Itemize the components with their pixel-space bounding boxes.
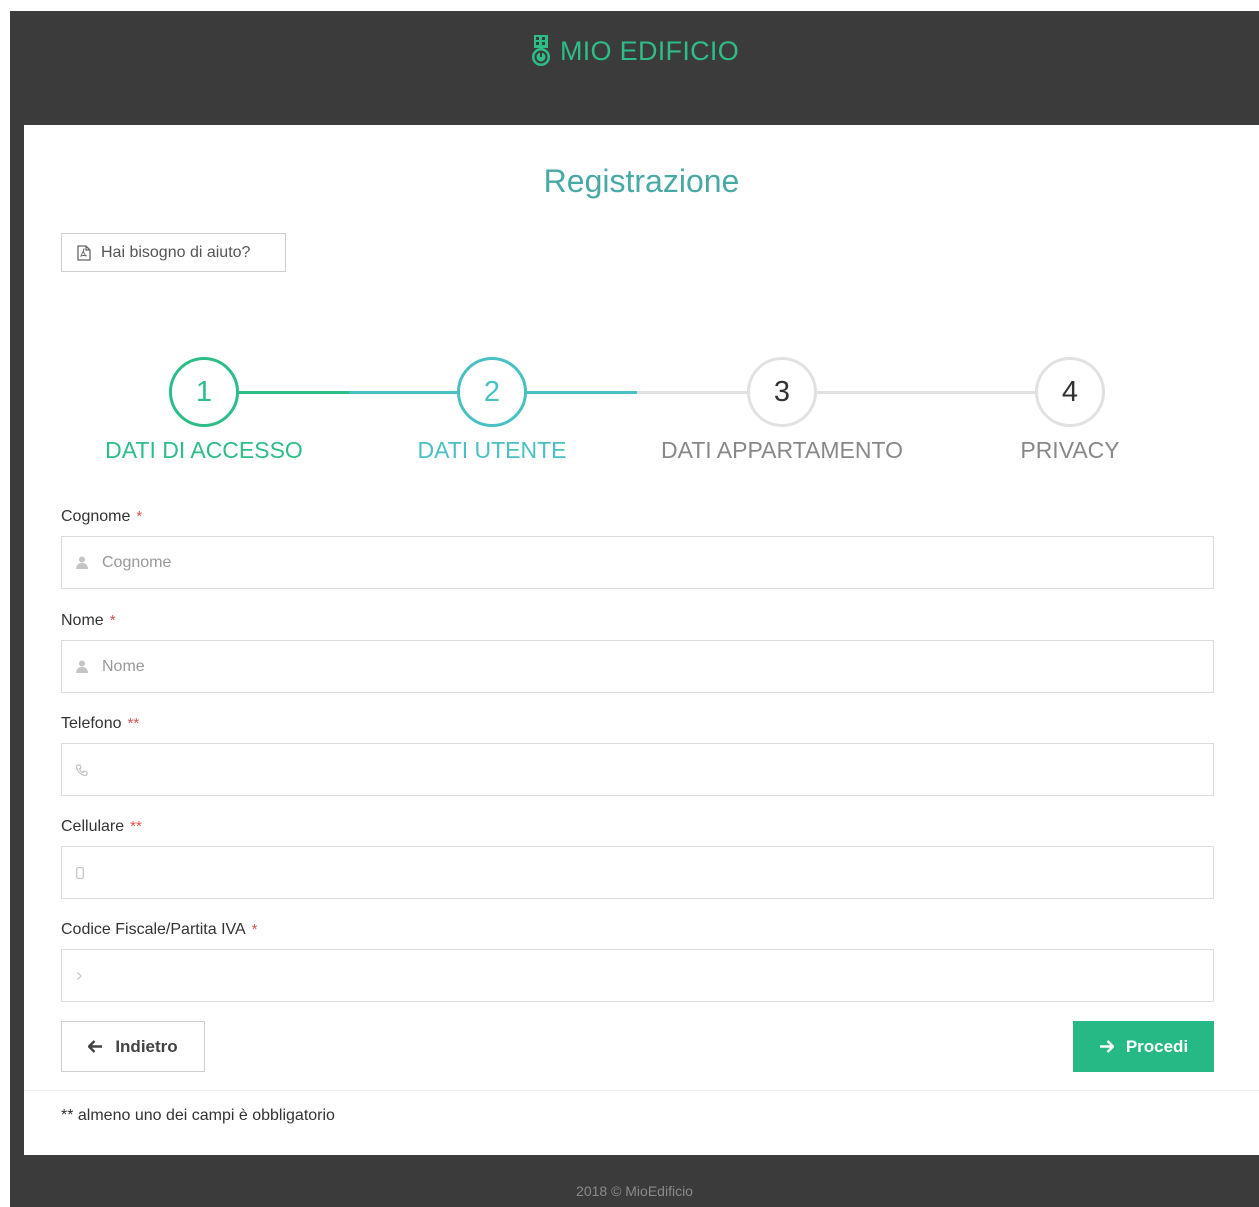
arrow-right-icon [1099, 1040, 1114, 1053]
back-button[interactable]: Indietro [61, 1021, 205, 1072]
step-connector-2b [637, 391, 747, 394]
step-1-label: DATI DI ACCESSO [105, 437, 303, 463]
proceed-button[interactable]: Procedi [1073, 1021, 1214, 1072]
app-frame: MIO EDIFICIO Registrazione Hai bisogno d… [10, 11, 1259, 1207]
cognome-label: Cognome * [61, 508, 143, 525]
mobile-icon [76, 866, 84, 879]
user-icon [76, 556, 88, 569]
required-marker: * [136, 508, 143, 525]
registration-wizard: 1 DATI DI ACCESSO 2 DATI UTENTE 3 DATI A… [24, 353, 1259, 463]
telefono-input[interactable] [100, 759, 1213, 780]
required-marker: ** [127, 715, 140, 732]
nome-input[interactable] [100, 656, 1213, 677]
proceed-button-label: Procedi [1125, 1036, 1189, 1056]
chevron-right-icon [76, 971, 83, 981]
page-title: Registrazione [543, 163, 740, 199]
step-3-label: DATI APPARTAMENTO [661, 437, 903, 463]
help-button[interactable]: Hai bisogno di aiuto? [61, 233, 286, 272]
arrow-left-icon [88, 1040, 103, 1053]
footer-copyright: 2018 © MioEdificio [576, 1183, 693, 1199]
brand-logo[interactable]: MIO EDIFICIO [10, 35, 1259, 67]
pdf-icon [77, 244, 91, 261]
step-connector-1 [239, 391, 349, 394]
step-3-circle[interactable]: 3 [747, 357, 817, 427]
cognome-field[interactable] [61, 536, 1214, 589]
help-button-label: Hai bisogno di aiuto? [101, 243, 251, 261]
required-note: ** almeno uno dei campi è obbligatorio [61, 1107, 335, 1124]
cognome-input[interactable] [100, 552, 1213, 573]
step-1-circle[interactable]: 1 [169, 357, 239, 427]
back-button-label: Indietro [115, 1036, 178, 1056]
cellulare-label: Cellulare ** [61, 818, 142, 835]
step-connector-1b [349, 391, 459, 394]
cellulare-input[interactable] [96, 862, 1213, 883]
required-marker: * [251, 921, 258, 938]
phone-icon [76, 763, 88, 776]
user-icon [76, 660, 88, 673]
divider [24, 1090, 1259, 1091]
brand-name: MIO EDIFICIO [559, 35, 740, 66]
required-marker: * [109, 612, 116, 629]
step-connector-2 [527, 391, 637, 394]
step-2-label: DATI UTENTE [417, 437, 567, 463]
step-4-label: PRIVACY [1020, 437, 1120, 463]
telefono-field[interactable] [61, 743, 1214, 796]
required-marker: ** [130, 818, 142, 835]
nome-label: Nome * [61, 612, 116, 629]
step-connector-3 [817, 391, 1037, 394]
cellulare-field[interactable] [61, 846, 1214, 899]
telefono-label: Telefono ** [61, 715, 140, 732]
nome-field[interactable] [61, 640, 1214, 693]
step-4-circle[interactable]: 4 [1035, 357, 1105, 427]
step-2-circle[interactable]: 2 [457, 357, 527, 427]
building-icon [531, 35, 550, 66]
registration-card: Registrazione Hai bisogno di aiuto? 1 DA… [24, 125, 1259, 1155]
codice-fiscale-input[interactable] [95, 965, 1213, 986]
codice-fiscale-label: Codice Fiscale/Partita IVA * [61, 921, 258, 938]
codice-fiscale-field[interactable] [61, 949, 1214, 1002]
